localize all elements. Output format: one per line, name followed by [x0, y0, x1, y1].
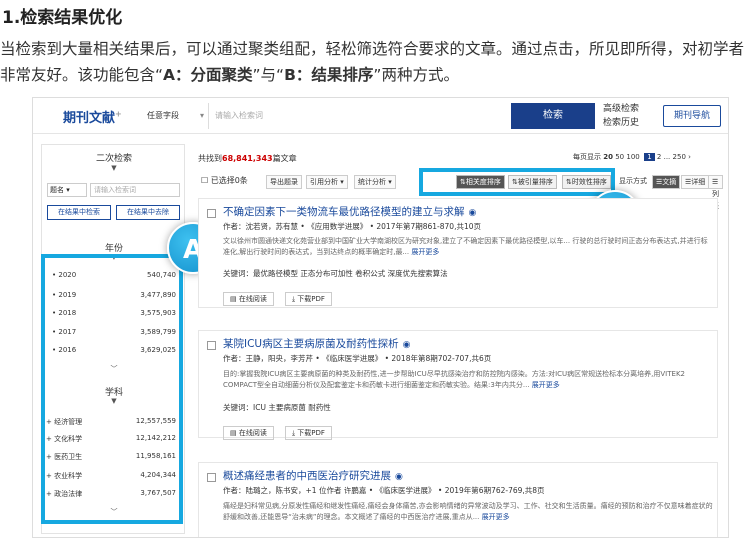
download-icon: ⤓ — [291, 295, 296, 303]
eye-icon[interactable]: ◉ — [395, 472, 403, 482]
advanced-search-link[interactable]: 高级检索 — [603, 102, 639, 116]
citation-analysis-dropdown[interactable]: 引用分析 ▾ — [306, 175, 348, 189]
read-online-button[interactable]: ▤ 在线阅读 — [223, 292, 274, 306]
expand-more-link[interactable]: 展开更多 — [411, 248, 439, 256]
article-checkbox[interactable] — [207, 341, 216, 350]
read-online-button[interactable]: ▤ 在线阅读 — [223, 426, 274, 440]
secondary-field-select[interactable]: 题名 ▾ — [47, 183, 87, 197]
page-link[interactable]: 2 — [657, 153, 661, 161]
article-title[interactable]: 概述痛经患者的中西医治疗研究进展 ◉ — [223, 468, 403, 483]
download-icon: ⤓ — [291, 429, 296, 437]
triangle-down-icon: ▼ — [111, 164, 117, 172]
export-button[interactable]: 导出题录 — [266, 175, 302, 189]
book-icon: ▤ — [230, 429, 237, 437]
para-text-3: ”两种方式。 — [373, 66, 459, 84]
secondary-search-title: 二次检索 — [95, 154, 132, 164]
exclude-from-results-button[interactable]: 在结果中去除 — [116, 205, 180, 220]
article-actions: ▤ 在线阅读 ⤓ 下载PDF — [223, 286, 338, 306]
view-list-button[interactable]: ☰列表 — [708, 175, 723, 210]
site-logo[interactable]: 期刊文献+ — [63, 107, 122, 126]
chevron-down-icon: ▾ — [199, 111, 204, 120]
article-meta: 作者：王静，阳央，李芳芹 • 《临床医学进展》 • 2018年第8期702-70… — [223, 354, 492, 363]
per-page-option[interactable]: 20 — [603, 153, 613, 161]
advanced-links: 高级检索 检索历史 — [603, 102, 639, 130]
sort-highlight-box — [419, 168, 615, 196]
field-select[interactable]: 任意字段 ▾ — [143, 103, 209, 129]
chevron-down-icon: ▾ — [66, 186, 70, 194]
page-link[interactable]: 250 — [673, 153, 686, 161]
eye-icon[interactable]: ◉ — [403, 340, 411, 350]
view-abstract-button[interactable]: ☰文摘 — [652, 175, 681, 189]
per-page-option[interactable]: 100 — [626, 153, 639, 161]
section-heading: 1.检索结果优化 — [2, 8, 123, 28]
book-icon: ▤ — [230, 295, 237, 303]
article-abstract: 文以徐州市圆通快递文化苑营业部到中国矿业大学南湖校区为研究对象,建立了不确定因素… — [223, 237, 708, 256]
article-title[interactable]: 某院ICU病区主要病原菌及耐药性探析 ◉ — [223, 336, 410, 351]
expand-more-link[interactable]: 展开更多 — [482, 513, 510, 521]
eye-icon[interactable]: ◉ — [469, 208, 477, 218]
view-detail-button[interactable]: ☰详细 — [681, 175, 710, 189]
article-checkbox[interactable] — [207, 473, 216, 482]
secondary-search-input[interactable]: 请输入检索词 — [90, 183, 180, 197]
display-mode-label: 显示方式 — [619, 177, 647, 185]
top-bar: 期刊文献+ 任意字段 ▾ 请输入检索词 检索 高级检索 检索历史 期刊导航 — [33, 98, 728, 134]
journal-nav-button[interactable]: 期刊导航 — [663, 105, 721, 127]
article-card: 概述痛经患者的中西医治疗研究进展 ◉ 作者：陆璐之，陈书安，+1 位作者 许鹏嘉 … — [198, 462, 718, 537]
article-card: 不确定因素下一类物流车最优路径模型的建立与求解 ◉ 作者：沈若贤，苏有慧 • 《应… — [198, 198, 718, 308]
para-bold-2: B：结果排序 — [284, 66, 374, 84]
article-keywords: 关键词：最优路径模型 正态分布可加性 卷积公式 深度优先搜索算法 — [223, 269, 448, 278]
article-checkbox[interactable] — [207, 209, 216, 218]
article-abstract: 目的:掌握我院ICU病区主要病原菌的种类及耐药性,进一步帮助ICU尽早抗感染治疗… — [223, 370, 685, 389]
stats-analysis-dropdown[interactable]: 统计分析 ▾ — [354, 175, 396, 189]
article-meta: 作者：沈若贤，苏有慧 • 《应用数学进展》 • 2017年第7期861-870,… — [223, 222, 482, 231]
facet-highlight-box — [41, 254, 183, 524]
next-page-icon[interactable]: › — [688, 153, 691, 161]
select-all-checkbox[interactable]: ☐ 已选择0条 — [198, 175, 251, 189]
download-pdf-button[interactable]: ⤓ 下载PDF — [284, 292, 332, 306]
search-button[interactable]: 检索 — [511, 103, 595, 129]
result-count: 共找到68,841,343篇文章 — [198, 154, 297, 163]
search-in-results-button[interactable]: 在结果中检索 — [47, 205, 111, 220]
intro-paragraph: 当检索到大量相关结果后，可以通过聚类组配，轻松筛选符合要求的文章。通过点击，所见… — [0, 36, 755, 88]
article-abstract: 痛经是妇科常见病,分原发性痛经和继发性痛经,痛经会身体痛苦,亦会影响情绪的异常波… — [223, 502, 713, 521]
para-text-2: ”与“ — [252, 66, 285, 84]
search-history-link[interactable]: 检索历史 — [603, 116, 639, 130]
article-meta: 作者：陆璐之，陈书安，+1 位作者 许鹏嘉 • 《临床医学进展》 • 2019年… — [223, 486, 545, 495]
page-link-current[interactable]: 1 — [644, 153, 655, 161]
search-input[interactable]: 请输入检索词 — [209, 103, 511, 129]
article-card: 某院ICU病区主要病原菌及耐药性探析 ◉ 作者：王静，阳央，李芳芹 • 《临床医学… — [198, 330, 718, 440]
per-page-option[interactable]: 50 — [615, 153, 624, 161]
para-bold-1: A：分面聚类 — [163, 66, 253, 84]
article-title[interactable]: 不确定因素下一类物流车最优路径模型的建立与求解 ◉ — [223, 204, 476, 219]
download-pdf-button[interactable]: ⤓ 下载PDF — [284, 426, 332, 440]
expand-more-link[interactable]: 展开更多 — [532, 381, 560, 389]
article-actions: ▤ 在线阅读 ⤓ 下载PDF — [223, 420, 338, 440]
article-keywords: 关键词：ICU 主要病原菌 耐药性 — [223, 403, 331, 412]
pager: 每页显示 20 50 100 1 2 ... 250 › — [573, 153, 691, 161]
embedded-screenshot: 期刊文献+ 任意字段 ▾ 请输入检索词 检索 高级检索 检索历史 期刊导航 二次… — [32, 97, 729, 538]
